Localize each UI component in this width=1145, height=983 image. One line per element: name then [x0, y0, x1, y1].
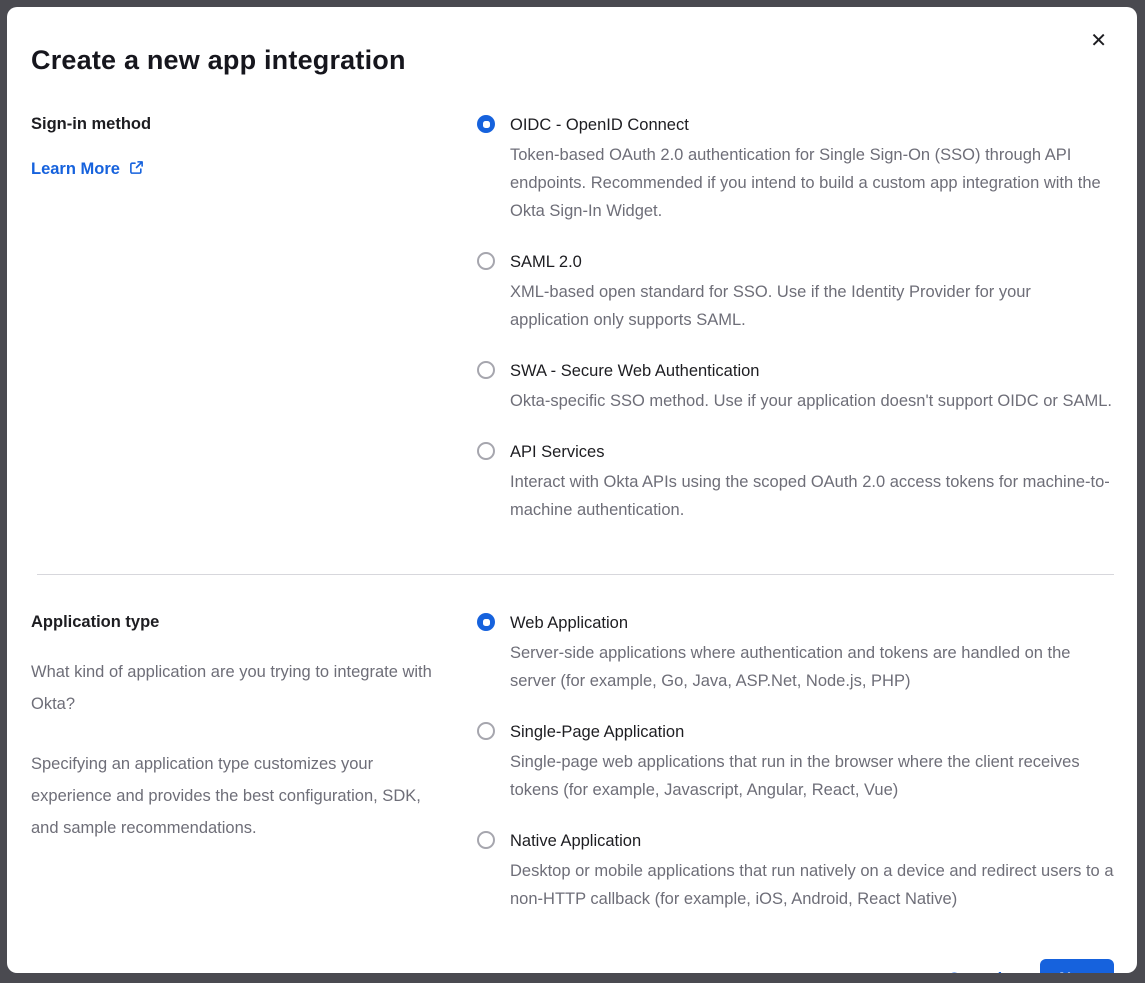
option-swa-description: Okta-specific SSO method. Use if your ap… [510, 387, 1112, 415]
radio-oidc[interactable] [477, 115, 495, 133]
option-web-app[interactable]: Web Application Server-side applications… [477, 611, 1114, 695]
signin-method-section: Sign-in method Learn More OIDC - OpenID … [31, 113, 1114, 524]
next-button[interactable]: Next [1040, 959, 1114, 973]
create-app-integration-modal: ✕ Create a new app integration Sign-in m… [7, 7, 1137, 973]
option-api-services-label: API Services [510, 440, 1114, 463]
close-icon[interactable]: ✕ [1088, 29, 1109, 53]
option-saml-label: SAML 2.0 [510, 250, 1114, 273]
radio-api-services[interactable] [477, 442, 495, 460]
learn-more-link[interactable]: Learn More [31, 159, 144, 180]
option-swa-text: SWA - Secure Web Authentication Okta-spe… [510, 359, 1112, 415]
option-swa-label: SWA - Secure Web Authentication [510, 359, 1112, 382]
option-api-services-description: Interact with Okta APIs using the scoped… [510, 468, 1114, 524]
option-web-app-description: Server-side applications where authentic… [510, 639, 1114, 695]
modal-footer: Cancel Next [31, 959, 1114, 973]
learn-more-label: Learn More [31, 160, 120, 179]
option-saml-text: SAML 2.0 XML-based open standard for SSO… [510, 250, 1114, 334]
option-web-app-label: Web Application [510, 611, 1114, 634]
radio-web-app[interactable] [477, 613, 495, 631]
signin-left-column: Sign-in method Learn More [31, 113, 477, 524]
option-native-app[interactable]: Native Application Desktop or mobile app… [477, 829, 1114, 913]
option-web-app-text: Web Application Server-side applications… [510, 611, 1114, 695]
application-type-heading: Application type [31, 613, 437, 632]
option-spa-description: Single-page web applications that run in… [510, 748, 1114, 804]
option-spa-label: Single-Page Application [510, 720, 1114, 743]
option-native-app-label: Native Application [510, 829, 1114, 852]
apptype-left-column: Application type What kind of applicatio… [31, 611, 477, 913]
signin-method-heading: Sign-in method [31, 115, 437, 134]
radio-native-app[interactable] [477, 831, 495, 849]
radio-saml[interactable] [477, 252, 495, 270]
cancel-button[interactable]: Cancel [942, 969, 1008, 973]
option-spa-text: Single-Page Application Single-page web … [510, 720, 1114, 804]
apptype-options-group: Web Application Server-side applications… [477, 611, 1114, 913]
modal-title: Create a new app integration [31, 45, 1114, 76]
radio-swa[interactable] [477, 361, 495, 379]
external-link-icon [129, 160, 144, 180]
application-type-section: Application type What kind of applicatio… [31, 611, 1114, 913]
section-divider [37, 574, 1114, 575]
option-oidc-description: Token-based OAuth 2.0 authentication for… [510, 141, 1114, 225]
option-saml-description: XML-based open standard for SSO. Use if … [510, 278, 1114, 334]
option-api-services[interactable]: API Services Interact with Okta APIs usi… [477, 440, 1114, 524]
radio-spa[interactable] [477, 722, 495, 740]
signin-options-group: OIDC - OpenID Connect Token-based OAuth … [477, 113, 1114, 524]
option-spa[interactable]: Single-Page Application Single-page web … [477, 720, 1114, 804]
option-native-app-description: Desktop or mobile applications that run … [510, 857, 1114, 913]
option-saml[interactable]: SAML 2.0 XML-based open standard for SSO… [477, 250, 1114, 334]
option-oidc-label: OIDC - OpenID Connect [510, 113, 1114, 136]
option-native-app-text: Native Application Desktop or mobile app… [510, 829, 1114, 913]
option-swa[interactable]: SWA - Secure Web Authentication Okta-spe… [477, 359, 1114, 415]
option-api-services-text: API Services Interact with Okta APIs usi… [510, 440, 1114, 524]
option-oidc[interactable]: OIDC - OpenID Connect Token-based OAuth … [477, 113, 1114, 225]
option-oidc-text: OIDC - OpenID Connect Token-based OAuth … [510, 113, 1114, 225]
apptype-intro-2: Specifying an application type customize… [31, 748, 437, 844]
apptype-intro-1: What kind of application are you trying … [31, 656, 437, 720]
